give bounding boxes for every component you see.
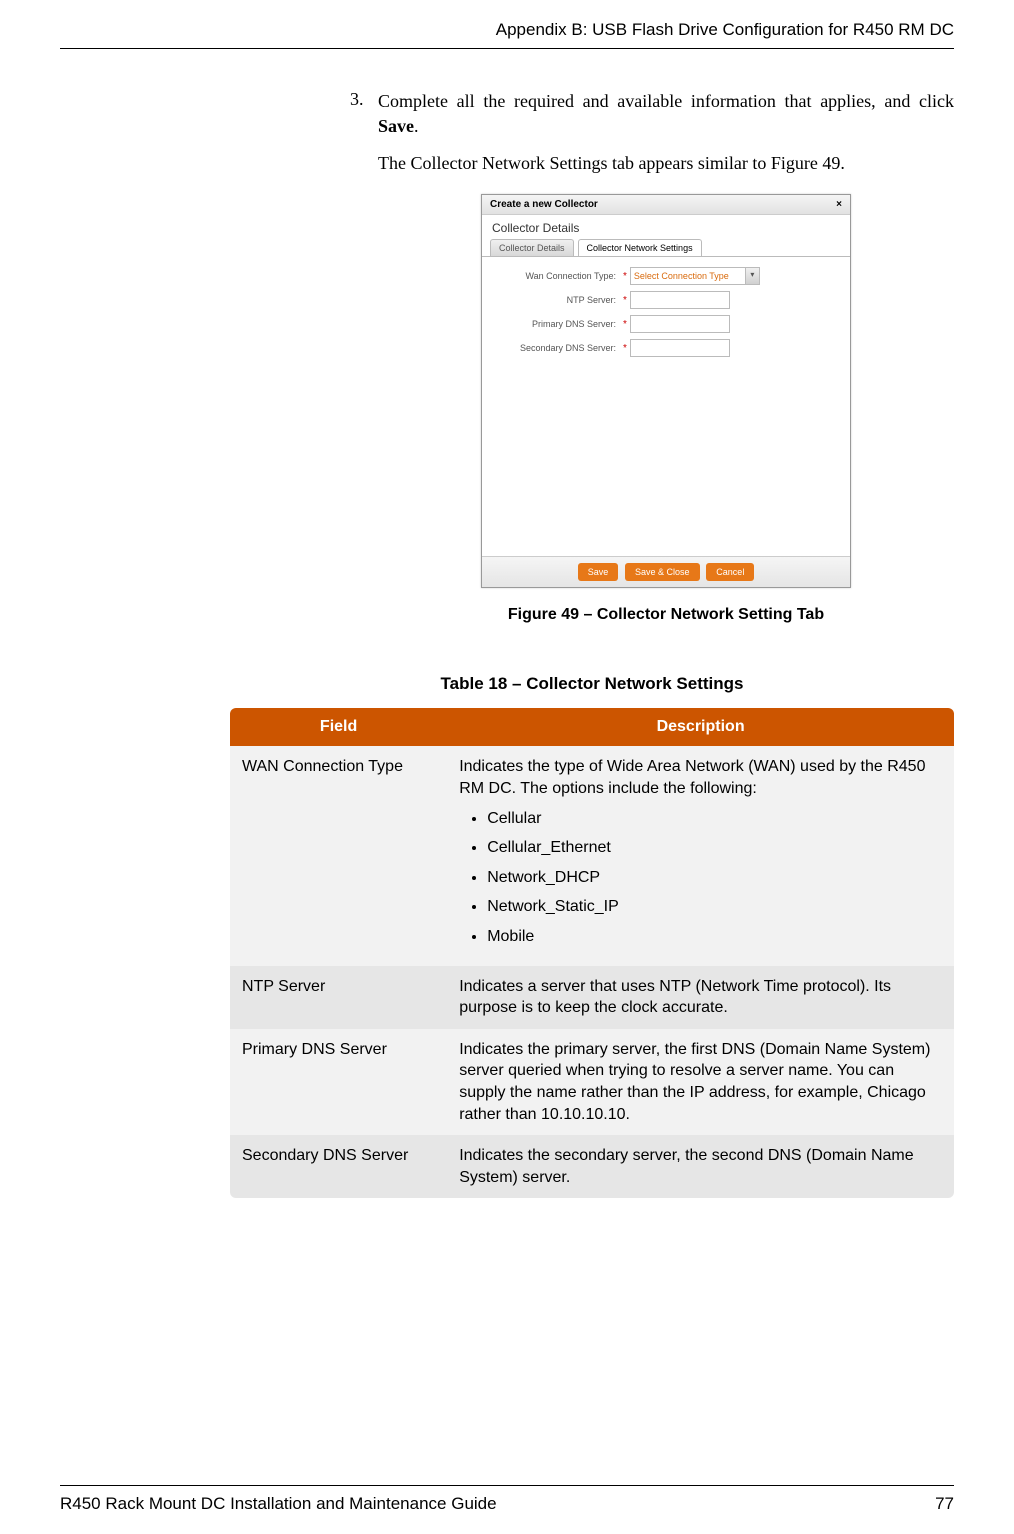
list-item: Network_DHCP (487, 867, 942, 889)
select-wan-connection[interactable]: Select Connection Type ▾ (630, 267, 760, 285)
cell-description: Indicates the type of Wide Area Network … (447, 746, 954, 965)
save-button[interactable]: Save (578, 563, 619, 581)
label-primary-dns: Primary DNS Server: (490, 319, 620, 329)
cell-field: NTP Server (230, 966, 447, 1029)
footer-page-number: 77 (935, 1494, 954, 1514)
required-marker: * (623, 295, 627, 306)
input-primary-dns[interactable] (630, 315, 730, 333)
row-primary-dns: Primary DNS Server: * (490, 315, 842, 333)
cell-description: Indicates a server that uses NTP (Networ… (447, 966, 954, 1029)
list-item: Mobile (487, 926, 942, 948)
required-marker: * (623, 319, 627, 330)
footer-rule (60, 1485, 954, 1486)
dialog-titlebar: Create a new Collector × (482, 195, 850, 215)
dialog-body: Wan Connection Type: * Select Connection… (482, 256, 850, 556)
cell-field: Secondary DNS Server (230, 1135, 447, 1198)
desc-text: Indicates the type of Wide Area Network … (459, 758, 925, 797)
step-number: 3. (350, 89, 378, 139)
list-item: Cellular_Ethernet (487, 837, 942, 859)
tab-collector-details[interactable]: Collector Details (490, 239, 574, 256)
tab-collector-network-settings[interactable]: Collector Network Settings (578, 239, 702, 256)
step-text-post: . (414, 116, 419, 136)
row-secondary-dns: Secondary DNS Server: * (490, 339, 842, 357)
table-caption: Table 18 – Collector Network Settings (230, 674, 954, 694)
table-row: WAN Connection Type Indicates the type o… (230, 746, 954, 965)
label-ntp-server: NTP Server: (490, 295, 620, 305)
chevron-down-icon[interactable]: ▾ (745, 268, 759, 284)
cancel-button[interactable]: Cancel (706, 563, 754, 581)
select-wan-value: Select Connection Type (634, 271, 729, 281)
dialog-tabs: Collector Details Collector Network Sett… (482, 239, 850, 256)
dialog-create-collector: Create a new Collector × Collector Detai… (481, 194, 851, 588)
list-item: Network_Static_IP (487, 896, 942, 918)
step-text: Complete all the required and available … (378, 89, 954, 139)
cell-description: Indicates the primary server, the first … (447, 1029, 954, 1135)
save-close-button[interactable]: Save & Close (625, 563, 700, 581)
figure-49: Create a new Collector × Collector Detai… (378, 194, 954, 624)
row-wan-connection: Wan Connection Type: * Select Connection… (490, 267, 842, 285)
label-wan-connection: Wan Connection Type: (490, 271, 620, 281)
th-description: Description (447, 708, 954, 746)
step-text-bold: Save (378, 116, 414, 136)
step-text-pre: Complete all the required and available … (378, 91, 954, 111)
cell-field: WAN Connection Type (230, 746, 447, 965)
cell-description: Indicates the secondary server, the seco… (447, 1135, 954, 1198)
cell-field: Primary DNS Server (230, 1029, 447, 1135)
step-3: 3. Complete all the required and availab… (350, 89, 954, 139)
table-collector-network-settings: Field Description WAN Connection Type In… (230, 708, 954, 1198)
table-row: Secondary DNS Server Indicates the secon… (230, 1135, 954, 1198)
required-marker: * (623, 271, 627, 282)
table-row: Primary DNS Server Indicates the primary… (230, 1029, 954, 1135)
input-ntp-server[interactable] (630, 291, 730, 309)
figure-caption: Figure 49 – Collector Network Setting Ta… (378, 606, 954, 624)
table-header-row: Field Description (230, 708, 954, 746)
option-list: Cellular Cellular_Ethernet Network_DHCP … (487, 808, 942, 948)
page-footer: R450 Rack Mount DC Installation and Main… (60, 1485, 954, 1514)
dialog-title-text: Create a new Collector (490, 199, 598, 210)
row-ntp-server: NTP Server: * (490, 291, 842, 309)
dialog-footer: Save Save & Close Cancel (482, 556, 850, 587)
input-secondary-dns[interactable] (630, 339, 730, 357)
table-row: NTP Server Indicates a server that uses … (230, 966, 954, 1029)
step-subtext: The Collector Network Settings tab appea… (378, 153, 954, 174)
list-item: Cellular (487, 808, 942, 830)
th-field: Field (230, 708, 447, 746)
required-marker: * (623, 343, 627, 354)
label-secondary-dns: Secondary DNS Server: (490, 343, 620, 353)
page-header: Appendix B: USB Flash Drive Configuratio… (0, 0, 1014, 48)
footer-doc-title: R450 Rack Mount DC Installation and Main… (60, 1494, 497, 1514)
dialog-subtitle: Collector Details (482, 215, 850, 239)
close-icon[interactable]: × (836, 199, 842, 210)
